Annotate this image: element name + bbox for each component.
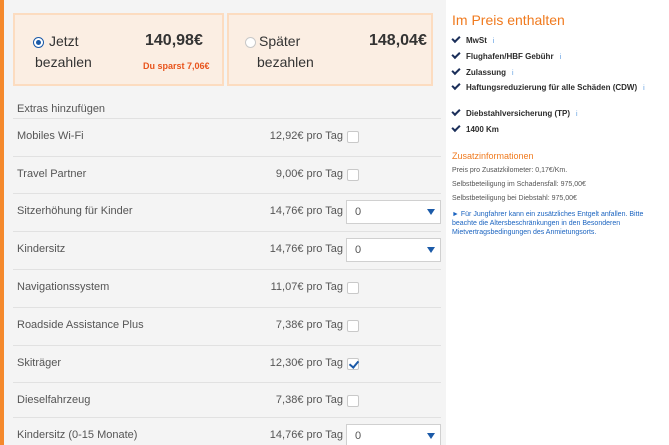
extra-checkbox-navigation[interactable]: [347, 282, 359, 294]
extra-row-infant-seat: Kindersitz (0-15 Monate) 14,76€ pro Tag …: [13, 417, 441, 445]
select-value: 0: [355, 206, 362, 218]
extra-price: 14,76€ pro Tag: [269, 205, 343, 217]
info-icon[interactable]: i: [560, 52, 562, 63]
pay-now-label-2: bezahlen: [35, 54, 92, 70]
extra-checkbox-wifi[interactable]: [347, 131, 359, 143]
extra-row-ski-rack: Skiträger 12,30€ pro Tag: [13, 345, 441, 381]
included-item: Haftungsreduzierung für alle Schäden (CD…: [451, 80, 664, 94]
checkmark-icon: [451, 33, 461, 44]
extra-price: 12,30€ pro Tag: [269, 357, 343, 369]
pay-later-label-1: Später: [259, 33, 301, 49]
included-item: MwSt i: [451, 33, 664, 47]
included-label: Flughafen/HBF Gebühr: [466, 52, 554, 61]
extra-price: 14,76€ pro Tag: [269, 429, 343, 441]
savings-note: Du sparst 7,06€: [143, 61, 210, 71]
extra-label: Dieselfahrzeug: [17, 394, 91, 406]
extra-checkbox-diesel[interactable]: [347, 395, 359, 407]
included-label: Diebstahlversicherung (TP): [466, 109, 571, 118]
extra-checkbox-roadside[interactable]: [347, 320, 359, 332]
chevron-down-icon: [427, 247, 435, 253]
extra-row-roadside: Roadside Assistance Plus 7,38€ pro Tag: [13, 307, 441, 343]
extra-label: Skiträger: [17, 357, 62, 369]
included-item: Diebstahlversicherung (TP) i: [451, 106, 664, 120]
young-driver-note: ► Für Jungfahrer kann ein zusätzliches E…: [452, 211, 644, 236]
extra-price: 7,38€ pro Tag: [275, 319, 343, 331]
included-title: Im Preis enthalten: [452, 12, 565, 28]
infant-seat-select[interactable]: 0: [346, 424, 441, 445]
extra-label: Navigationssystem: [17, 281, 110, 293]
extra-label: Kindersitz: [17, 243, 66, 255]
checkmark-icon: [451, 122, 461, 133]
included-item: Zulassung i: [451, 65, 664, 79]
pay-now-radio[interactable]: [33, 37, 44, 48]
extra-row-travel-partner: Travel Partner 9,00€ pro Tag: [13, 156, 441, 192]
checkmark-icon: [451, 106, 461, 117]
pay-now-price: 140,98€: [145, 32, 203, 49]
info-icon[interactable]: i: [493, 36, 495, 47]
extra-checkbox-ski-rack[interactable]: [347, 358, 359, 370]
chevron-down-icon: [427, 433, 435, 439]
checkmark-icon: [451, 49, 461, 60]
extra-label: Travel Partner: [17, 168, 87, 180]
extras-title: Extras hinzufügen: [17, 103, 106, 115]
extra-label: Mobiles Wi-Fi: [17, 130, 84, 142]
extra-price: 14,76€ pro Tag: [269, 243, 343, 255]
extra-label: Sitzerhöhung für Kinder: [17, 205, 133, 217]
included-label: Haftungsreduzierung für alle Schäden (CD…: [466, 83, 638, 92]
extra-price: 12,92€ pro Tag: [269, 130, 343, 142]
pay-later-label-2: bezahlen: [257, 54, 314, 70]
extras-panel: Jetzt bezahlen 140,98€ Du sparst 7,06€ S…: [4, 0, 446, 445]
info-icon[interactable]: i: [576, 109, 578, 120]
pay-later-option[interactable]: Später bezahlen 148,04€: [227, 13, 433, 86]
pay-later-radio[interactable]: [245, 37, 256, 48]
extra-row-booster-seat: Sitzerhöhung für Kinder 14,76€ pro Tag 0: [13, 193, 441, 229]
included-label: MwSt: [466, 36, 487, 45]
info-icon[interactable]: i: [512, 68, 514, 79]
extra-row-child-seat: Kindersitz 14,76€ pro Tag 0: [13, 231, 441, 267]
pay-now-option[interactable]: Jetzt bezahlen 140,98€ Du sparst 7,06€: [13, 13, 224, 86]
extra-price: 11,07€ pro Tag: [270, 281, 343, 293]
payment-options: Jetzt bezahlen 140,98€ Du sparst 7,06€ S…: [13, 13, 433, 86]
extra-price: 7,38€ pro Tag: [275, 394, 343, 406]
extra-price: 9,00€ pro Tag: [275, 168, 343, 180]
child-seat-select[interactable]: 0: [346, 238, 441, 262]
additional-info-line: Selbstbeteiligung bei Diebstahl: 975,00€: [452, 195, 577, 202]
included-item: 1400 Km: [451, 122, 664, 135]
extra-row-wifi: Mobiles Wi-Fi 12,92€ pro Tag: [13, 118, 441, 154]
additional-info-title: Zusatzinformationen: [452, 151, 534, 161]
checkmark-icon: [451, 65, 461, 76]
info-icon[interactable]: i: [643, 83, 645, 94]
included-label: 1400 Km: [466, 125, 499, 134]
extra-label: Roadside Assistance Plus: [17, 319, 144, 331]
extra-label: Kindersitz (0-15 Monate): [17, 429, 138, 441]
pay-now-label-1: Jetzt: [49, 33, 79, 49]
select-value: 0: [355, 430, 362, 442]
extra-row-navigation: Navigationssystem 11,07€ pro Tag: [13, 269, 441, 305]
additional-info-line: Selbstbeteiligung im Schadensfall: 975,0…: [452, 181, 586, 188]
additional-info-line: Preis pro Zusatzkilometer: 0,17€/Km.: [452, 167, 568, 174]
included-item: Flughafen/HBF Gebühr i: [451, 49, 664, 63]
checkmark-icon: [451, 80, 461, 91]
select-value: 0: [355, 244, 362, 256]
extra-checkbox-travel-partner[interactable]: [347, 169, 359, 181]
pay-later-price: 148,04€: [369, 32, 427, 49]
chevron-down-icon: [427, 209, 435, 215]
extra-row-diesel: Dieselfahrzeug 7,38€ pro Tag: [13, 382, 441, 418]
included-label: Zulassung: [466, 68, 507, 77]
booster-seat-select[interactable]: 0: [346, 200, 441, 224]
